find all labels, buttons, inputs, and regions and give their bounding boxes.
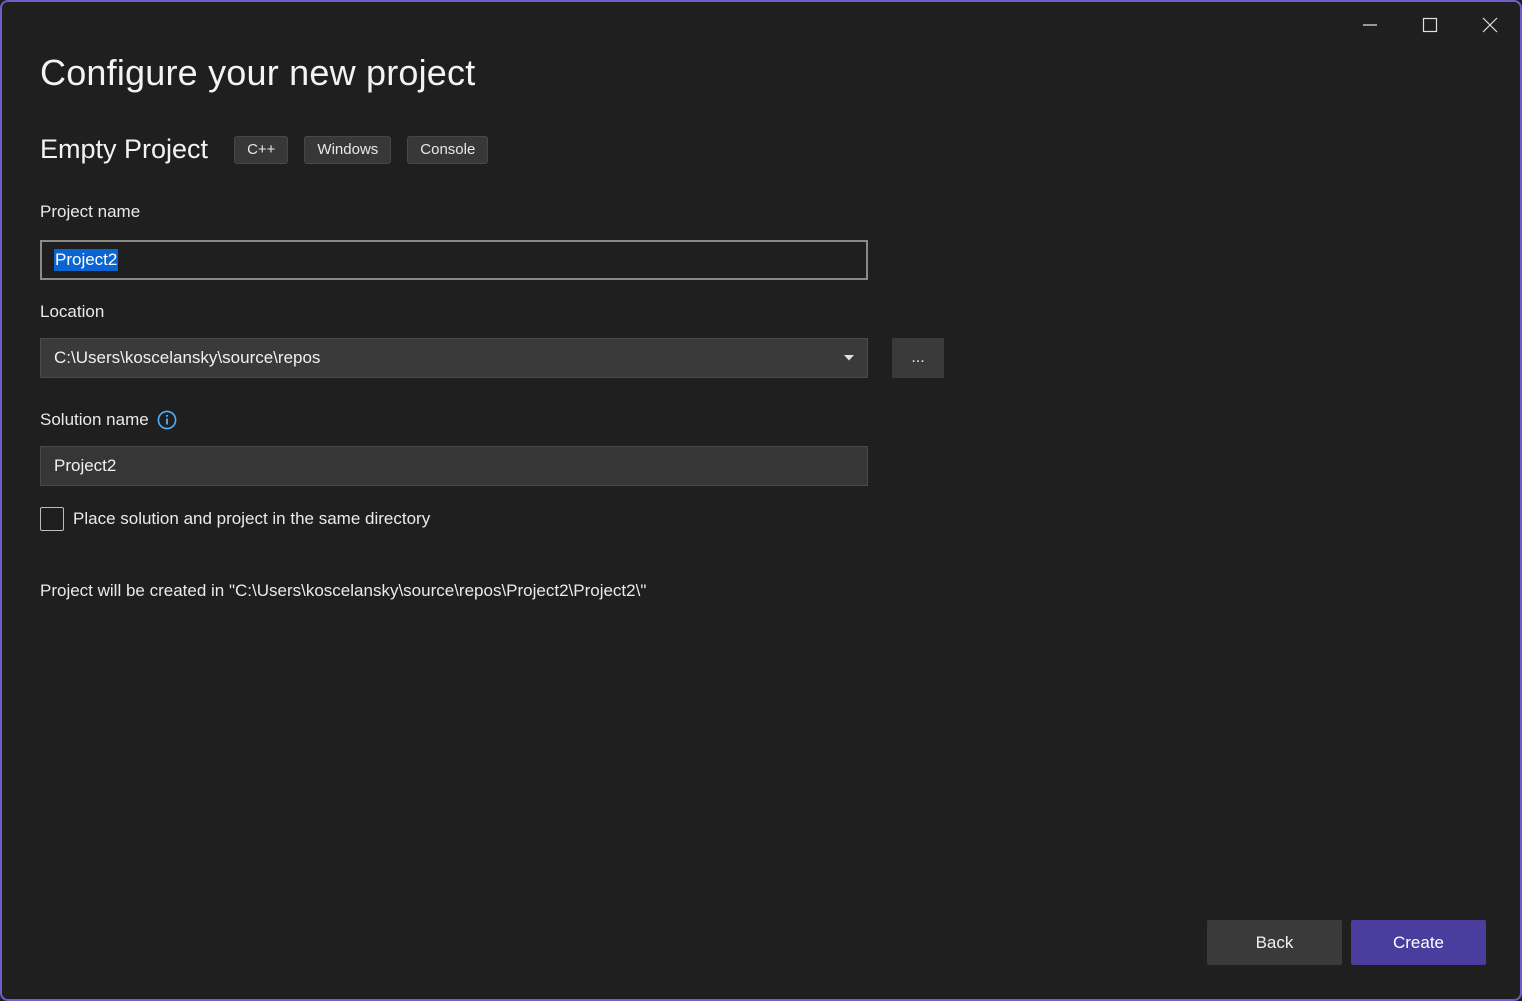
tag-platform: Windows bbox=[304, 135, 392, 164]
browse-location-button[interactable]: ... bbox=[892, 338, 944, 378]
solution-name-input[interactable]: Project2 bbox=[40, 446, 868, 486]
close-icon bbox=[1482, 17, 1498, 33]
close-button[interactable] bbox=[1460, 2, 1520, 48]
solution-name-label: Solution name bbox=[40, 410, 149, 429]
maximize-icon bbox=[1422, 17, 1438, 33]
tag-language: C++ bbox=[234, 135, 289, 164]
info-icon[interactable] bbox=[157, 410, 177, 430]
minimize-button[interactable] bbox=[1340, 2, 1400, 48]
minimize-icon bbox=[1362, 17, 1378, 33]
location-label: Location bbox=[40, 302, 105, 321]
dropdown-caret-icon[interactable] bbox=[839, 348, 859, 368]
maximize-button[interactable] bbox=[1400, 2, 1460, 48]
back-button[interactable]: Back bbox=[1207, 920, 1342, 965]
location-combobox[interactable]: C:\Users\koscelansky\source\repos bbox=[40, 338, 868, 378]
same-directory-option[interactable]: Place solution and project in the same d… bbox=[40, 507, 430, 531]
project-path-preview: Project will be created in "C:\Users\kos… bbox=[40, 581, 647, 600]
caption-buttons bbox=[1340, 2, 1520, 48]
project-name-label: Project name bbox=[40, 202, 141, 221]
tag-project-type: Console bbox=[407, 135, 489, 164]
project-name-value: Project2 bbox=[54, 249, 119, 271]
project-name-input[interactable]: Project2 bbox=[40, 240, 868, 280]
template-name: Empty Project bbox=[40, 134, 209, 164]
solution-name-value: Project2 bbox=[54, 456, 117, 475]
same-directory-checkbox[interactable] bbox=[40, 507, 64, 531]
solution-name-label-row: Solution name bbox=[40, 410, 177, 430]
dialog-window: Configure your new project Empty Project… bbox=[0, 0, 1522, 1001]
create-button[interactable]: Create bbox=[1351, 920, 1486, 965]
location-value: C:\Users\koscelansky\source\repos bbox=[54, 348, 321, 367]
template-header: Empty Project C++ Windows Console bbox=[40, 134, 504, 165]
page-title: Configure your new project bbox=[40, 52, 476, 93]
same-directory-label[interactable]: Place solution and project in the same d… bbox=[73, 509, 430, 529]
